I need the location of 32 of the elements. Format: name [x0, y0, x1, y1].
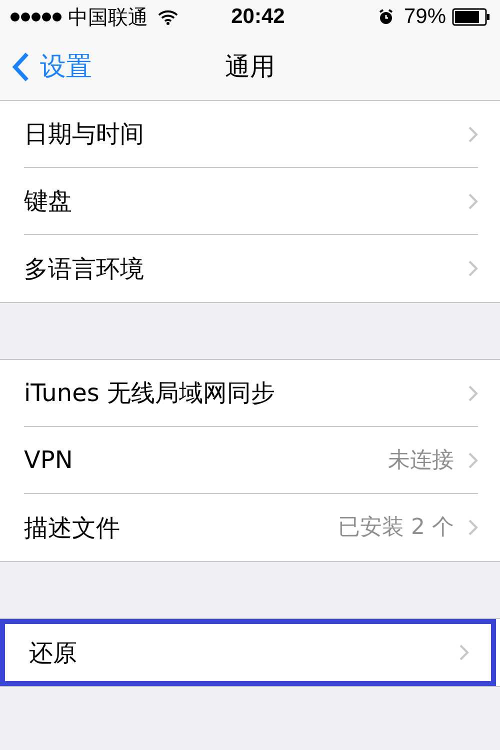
chevron-icon [468, 192, 478, 210]
battery-percentage: 79% [404, 4, 446, 30]
chevron-icon [468, 519, 478, 536]
row-label: 多语言环境 [24, 254, 145, 284]
chevron-icon [468, 260, 478, 277]
row-label: 日期与时间 [24, 119, 145, 150]
settings-row[interactable]: 描述文件 已安装 2 个 [0, 494, 500, 561]
row-value: 未连接 [388, 446, 454, 474]
row-label: 键盘 [24, 186, 73, 217]
page-title: 通用 [225, 51, 275, 84]
clock-time: 20:42 [231, 4, 285, 30]
signal-icon [10, 12, 62, 22]
settings-row[interactable]: 还原 [0, 619, 496, 686]
row-label: 描述文件 [24, 512, 121, 544]
settings-row[interactable]: 多语言环境 [0, 235, 500, 302]
row-label: 还原 [29, 638, 78, 668]
chevron-icon [459, 644, 469, 661]
chevron-icon [468, 126, 478, 142]
battery-icon [452, 8, 490, 26]
settings-row[interactable]: 键盘 [0, 168, 500, 235]
carrier-label: 中国联通 [68, 4, 148, 31]
alarm-clock-icon [378, 9, 394, 25]
chevron-icon [468, 452, 478, 468]
back-chevron-icon [12, 52, 30, 82]
settings-row[interactable]: iTunes 无线局域网同步 [0, 360, 500, 427]
wifi-icon [158, 10, 178, 24]
chevron-icon [468, 384, 478, 402]
settings-row[interactable]: 日期与时间 [0, 101, 500, 168]
row-value: 已安装 2 个 [338, 514, 454, 542]
settings-row[interactable]: VPN 未连接 [0, 427, 500, 494]
row-label: iTunes 无线局域网同步 [24, 378, 276, 409]
row-label: VPN [24, 445, 74, 476]
